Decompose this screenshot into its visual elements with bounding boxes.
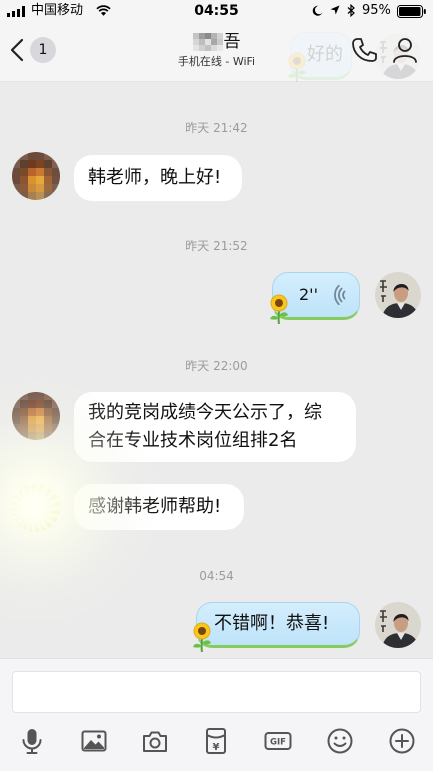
my-avatar[interactable] — [375, 602, 421, 648]
message-text: 不错啊！恭喜! — [214, 613, 330, 634]
photo-button[interactable] — [80, 727, 108, 755]
contact-avatar[interactable] — [12, 392, 60, 440]
input-area: ¥ GIF — [0, 658, 433, 771]
profile-icon[interactable] — [391, 36, 419, 64]
message-text: 韩老师，晚上好! — [88, 167, 222, 188]
my-avatar[interactable] — [375, 272, 421, 318]
timestamp: 04:54 — [199, 569, 234, 583]
timestamp: 昨天 22:00 — [185, 359, 248, 373]
gif-icon: GIF — [264, 732, 292, 750]
voice-duration: 2'' — [299, 285, 318, 304]
message-bubble-outgoing[interactable]: 不错啊！恭喜! — [196, 602, 360, 648]
timestamp: 昨天 21:42 — [185, 121, 248, 135]
emoji-button[interactable] — [326, 727, 354, 755]
message-text-line: 合在专业技术岗位组排2名 — [88, 430, 298, 451]
red-packet-icon: ¥ — [206, 728, 226, 754]
voice-wave-icon — [334, 284, 346, 306]
message-input[interactable] — [12, 671, 421, 713]
bluetooth-icon — [347, 4, 355, 17]
sunflower-decoration — [268, 294, 290, 324]
red-packet-button[interactable]: ¥ — [202, 727, 230, 755]
message-text-line: 我的竞岗成绩今天公示了，综 — [88, 402, 322, 423]
phone-icon[interactable] — [350, 36, 378, 64]
message-text: 感谢韩老师帮助! — [88, 496, 222, 517]
sunflower-decoration — [191, 622, 213, 652]
camera-icon — [143, 731, 167, 752]
message-bubble-incoming[interactable]: 我的竞岗成绩今天公示了，综 合在专业技术岗位组排2名 — [74, 392, 356, 462]
blurred-contact-name — [192, 33, 223, 51]
message-bubble-incoming[interactable]: 韩老师，晚上好! — [74, 155, 242, 201]
gif-button[interactable]: GIF — [264, 727, 292, 755]
contact-title-text: 吾 — [223, 32, 241, 52]
message-bubble-incoming[interactable]: 感谢韩老师帮助! — [74, 484, 244, 530]
image-icon — [81, 730, 107, 752]
voice-button[interactable] — [18, 727, 46, 755]
camera-button[interactable] — [141, 727, 169, 755]
moon-icon — [312, 5, 323, 16]
chat-header: 中国移动 04:55 95% 1 吾 手机在线 - WiFi — [0, 0, 433, 82]
currency-symbol: ¥ — [213, 742, 220, 753]
plus-icon — [389, 728, 415, 754]
battery-percent: 95% — [362, 3, 391, 18]
battery-icon — [397, 5, 426, 18]
contact-avatar[interactable] — [12, 484, 60, 532]
microphone-icon — [22, 729, 42, 754]
location-icon — [330, 5, 340, 15]
contact-avatar[interactable] — [12, 152, 60, 200]
emoji-icon — [327, 728, 353, 754]
more-button[interactable] — [388, 727, 416, 755]
timestamp: 昨天 21:52 — [185, 239, 248, 253]
gif-label: GIF — [270, 738, 286, 748]
